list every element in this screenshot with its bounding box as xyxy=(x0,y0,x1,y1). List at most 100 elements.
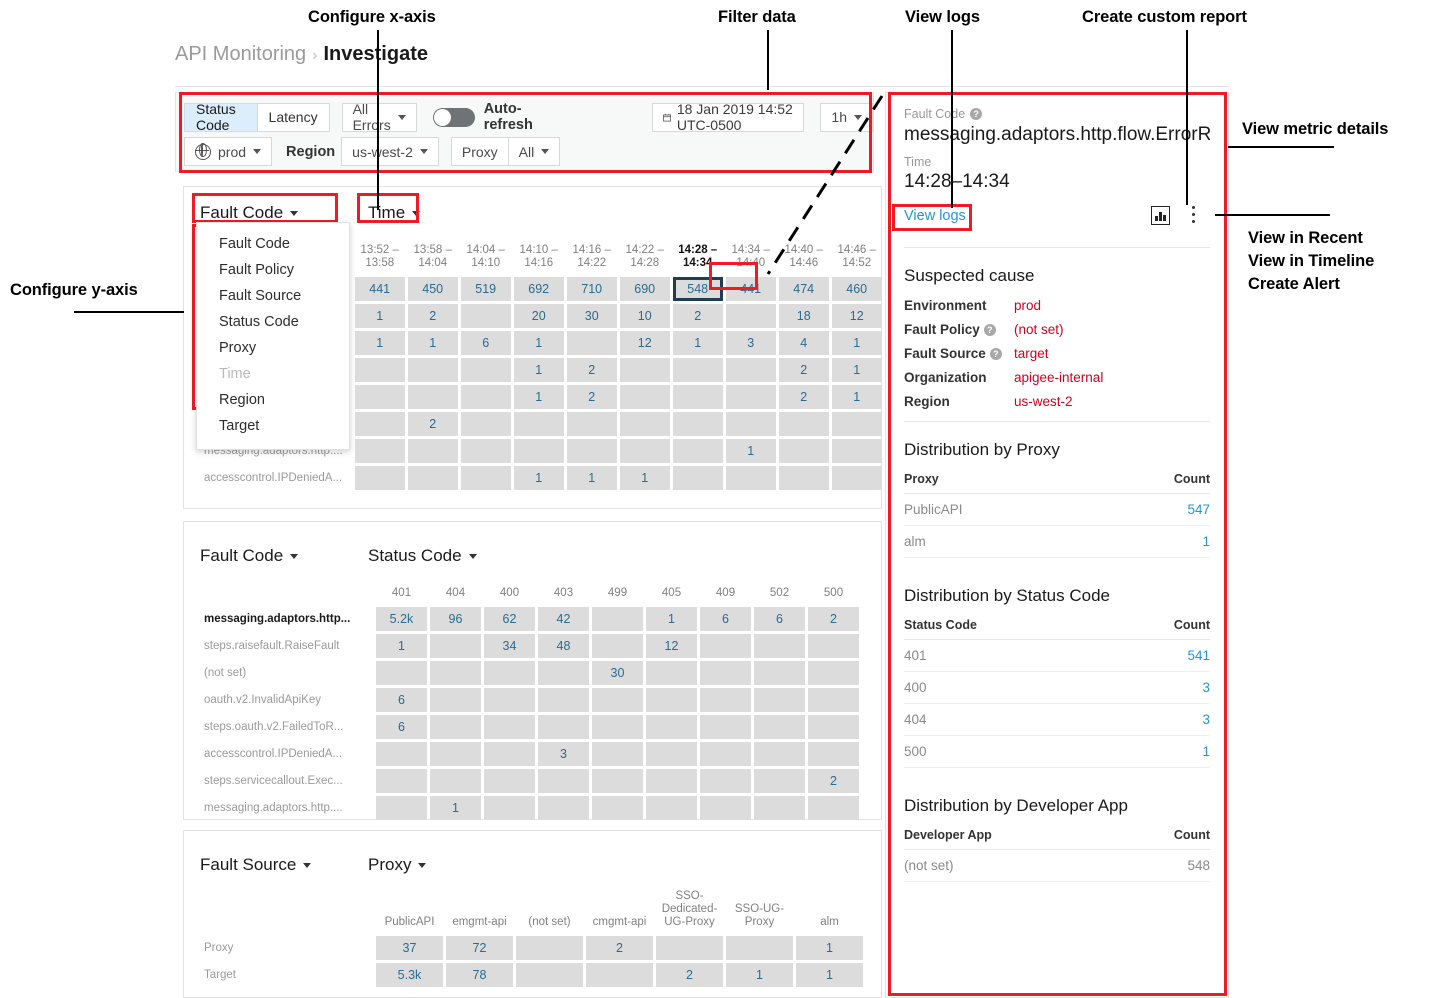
heatmap-cell[interactable] xyxy=(700,796,751,820)
heatmap-column-header[interactable]: 502 xyxy=(754,587,805,604)
heatmap-cell[interactable] xyxy=(725,385,776,409)
heatmap-cell[interactable] xyxy=(376,661,427,685)
heatmap-cell[interactable] xyxy=(430,688,481,712)
heatmap-cell[interactable]: 37 xyxy=(376,936,443,960)
heatmap-cell[interactable] xyxy=(430,742,481,766)
heatmap-cell[interactable]: 450 xyxy=(407,277,458,301)
heatmap-cell[interactable] xyxy=(538,796,589,820)
heatmap-cell[interactable] xyxy=(700,634,751,658)
heatmap-column-header[interactable]: 404 xyxy=(430,587,481,604)
y-axis-menu-item[interactable]: Target xyxy=(197,413,349,439)
dist-status-count[interactable]: 3 xyxy=(1108,703,1210,736)
heatmap-cell[interactable] xyxy=(484,742,535,766)
heatmap-cell[interactable] xyxy=(566,412,617,436)
heatmap-cell[interactable]: 6 xyxy=(376,715,427,739)
heatmap-cell[interactable]: 6 xyxy=(460,331,511,355)
heatmap-cell[interactable]: 48 xyxy=(538,634,589,658)
heatmap-cell[interactable]: 12 xyxy=(619,331,670,355)
heatmap-cell[interactable] xyxy=(700,688,751,712)
heatmap-column-header[interactable]: 13:52 –13:58 xyxy=(355,244,405,274)
metric-tab-latency[interactable]: Latency xyxy=(256,102,330,132)
heatmap-cell[interactable]: 6 xyxy=(700,607,751,631)
heatmap-cell[interactable] xyxy=(619,385,670,409)
heatmap-cell[interactable] xyxy=(754,688,805,712)
heatmap-cell[interactable] xyxy=(354,466,405,490)
heatmap-cell[interactable]: 2 xyxy=(778,385,829,409)
heatmap-cell[interactable] xyxy=(646,688,697,712)
heatmap-cell[interactable] xyxy=(831,412,882,436)
heatmap-cell[interactable]: 72 xyxy=(446,936,513,960)
heatmap-cell[interactable] xyxy=(656,936,723,960)
heatmap-cell[interactable] xyxy=(672,439,723,463)
heatmap-row-label[interactable]: messaging.adaptors.http... xyxy=(203,607,373,631)
heatmap-cell[interactable] xyxy=(430,634,481,658)
errors-filter-dropdown[interactable]: All Errors xyxy=(341,101,417,133)
heatmap-cell[interactable] xyxy=(407,439,458,463)
heatmap-column-header[interactable]: SSO- Dedicated- UG-Proxy xyxy=(656,890,723,933)
heatmap-cell[interactable] xyxy=(592,742,643,766)
heatmap-cell[interactable]: 1 xyxy=(831,385,882,409)
heatmap-cell[interactable]: 1 xyxy=(354,304,405,328)
heatmap-column-header[interactable]: (not set) xyxy=(516,890,583,933)
heatmap-cell[interactable]: 78 xyxy=(446,963,513,987)
heatmap-cell[interactable]: 1 xyxy=(796,936,863,960)
heatmap-cell[interactable] xyxy=(407,358,458,382)
heatmap-cell[interactable]: 1 xyxy=(513,358,564,382)
heatmap-cell[interactable]: 2 xyxy=(808,607,859,631)
heatmap-cell[interactable]: 1 xyxy=(796,963,863,987)
y-axis-menu-item[interactable]: Proxy xyxy=(197,335,349,361)
heatmap-cell[interactable] xyxy=(646,661,697,685)
heatmap-cell[interactable] xyxy=(700,742,751,766)
heatmap-cell[interactable] xyxy=(831,466,882,490)
heatmap-cell[interactable]: 30 xyxy=(566,304,617,328)
x-axis-dropdown-1[interactable]: Time xyxy=(368,203,421,223)
environment-dropdown[interactable]: prod xyxy=(184,137,273,166)
heatmap-cell[interactable] xyxy=(592,769,643,793)
heatmap-column-header[interactable]: 13:58 –14:04 xyxy=(408,244,458,274)
heatmap-cell[interactable]: 34 xyxy=(484,634,535,658)
heatmap-cell[interactable] xyxy=(726,936,793,960)
heatmap-cell[interactable] xyxy=(700,769,751,793)
heatmap-cell[interactable]: 20 xyxy=(513,304,564,328)
heatmap-cell[interactable] xyxy=(586,963,653,987)
heatmap-cell[interactable] xyxy=(646,742,697,766)
heatmap-cell[interactable] xyxy=(725,466,776,490)
dist-status-count[interactable]: 541 xyxy=(1108,639,1210,672)
suspected-cause-value[interactable]: (not set) xyxy=(1014,322,1064,337)
heatmap-cell[interactable] xyxy=(354,358,405,382)
heatmap-cell[interactable]: 692 xyxy=(513,277,564,301)
y-axis-menu-item[interactable]: Fault Policy xyxy=(197,257,349,283)
heatmap-cell[interactable]: 2 xyxy=(407,412,458,436)
heatmap-cell[interactable] xyxy=(646,715,697,739)
heatmap-cell[interactable]: 548 xyxy=(672,277,723,301)
y-axis-menu-item[interactable]: Region xyxy=(197,387,349,413)
heatmap-cell[interactable]: 6 xyxy=(754,607,805,631)
heatmap-cell[interactable] xyxy=(376,769,427,793)
heatmap-column-header[interactable]: cmgmt-api xyxy=(586,890,653,933)
heatmap-cell[interactable] xyxy=(592,796,643,820)
heatmap-cell[interactable] xyxy=(646,796,697,820)
heatmap-row-label[interactable]: steps.raisefault.RaiseFault xyxy=(203,634,373,658)
heatmap-cell[interactable] xyxy=(725,304,776,328)
heatmap-cell[interactable] xyxy=(538,715,589,739)
breadcrumb-root[interactable]: API Monitoring xyxy=(175,43,306,65)
heatmap-cell[interactable]: 1 xyxy=(566,466,617,490)
help-icon[interactable]: ? xyxy=(970,108,983,120)
suspected-cause-value[interactable]: apigee-internal xyxy=(1014,370,1103,385)
proxy-dropdown[interactable]: All xyxy=(508,137,561,166)
heatmap-cell[interactable]: 6 xyxy=(376,688,427,712)
heatmap-cell[interactable]: 4 xyxy=(778,331,829,355)
heatmap-row-label[interactable]: accesscontrol.IPDeniedA... xyxy=(203,742,373,766)
heatmap-cell[interactable] xyxy=(619,412,670,436)
heatmap-row-label[interactable]: steps.oauth.v2.FailedToR... xyxy=(203,715,373,739)
y-axis-dropdown-1[interactable]: Fault Code xyxy=(200,203,299,223)
heatmap-cell[interactable] xyxy=(376,742,427,766)
heatmap-cell[interactable] xyxy=(484,688,535,712)
heatmap-cell[interactable] xyxy=(672,412,723,436)
heatmap-cell[interactable] xyxy=(516,936,583,960)
heatmap-cell[interactable] xyxy=(460,304,511,328)
heatmap-column-header[interactable]: 400 xyxy=(484,587,535,604)
heatmap-cell[interactable] xyxy=(430,769,481,793)
heatmap-cell[interactable] xyxy=(566,439,617,463)
heatmap-cell[interactable]: 1 xyxy=(513,385,564,409)
